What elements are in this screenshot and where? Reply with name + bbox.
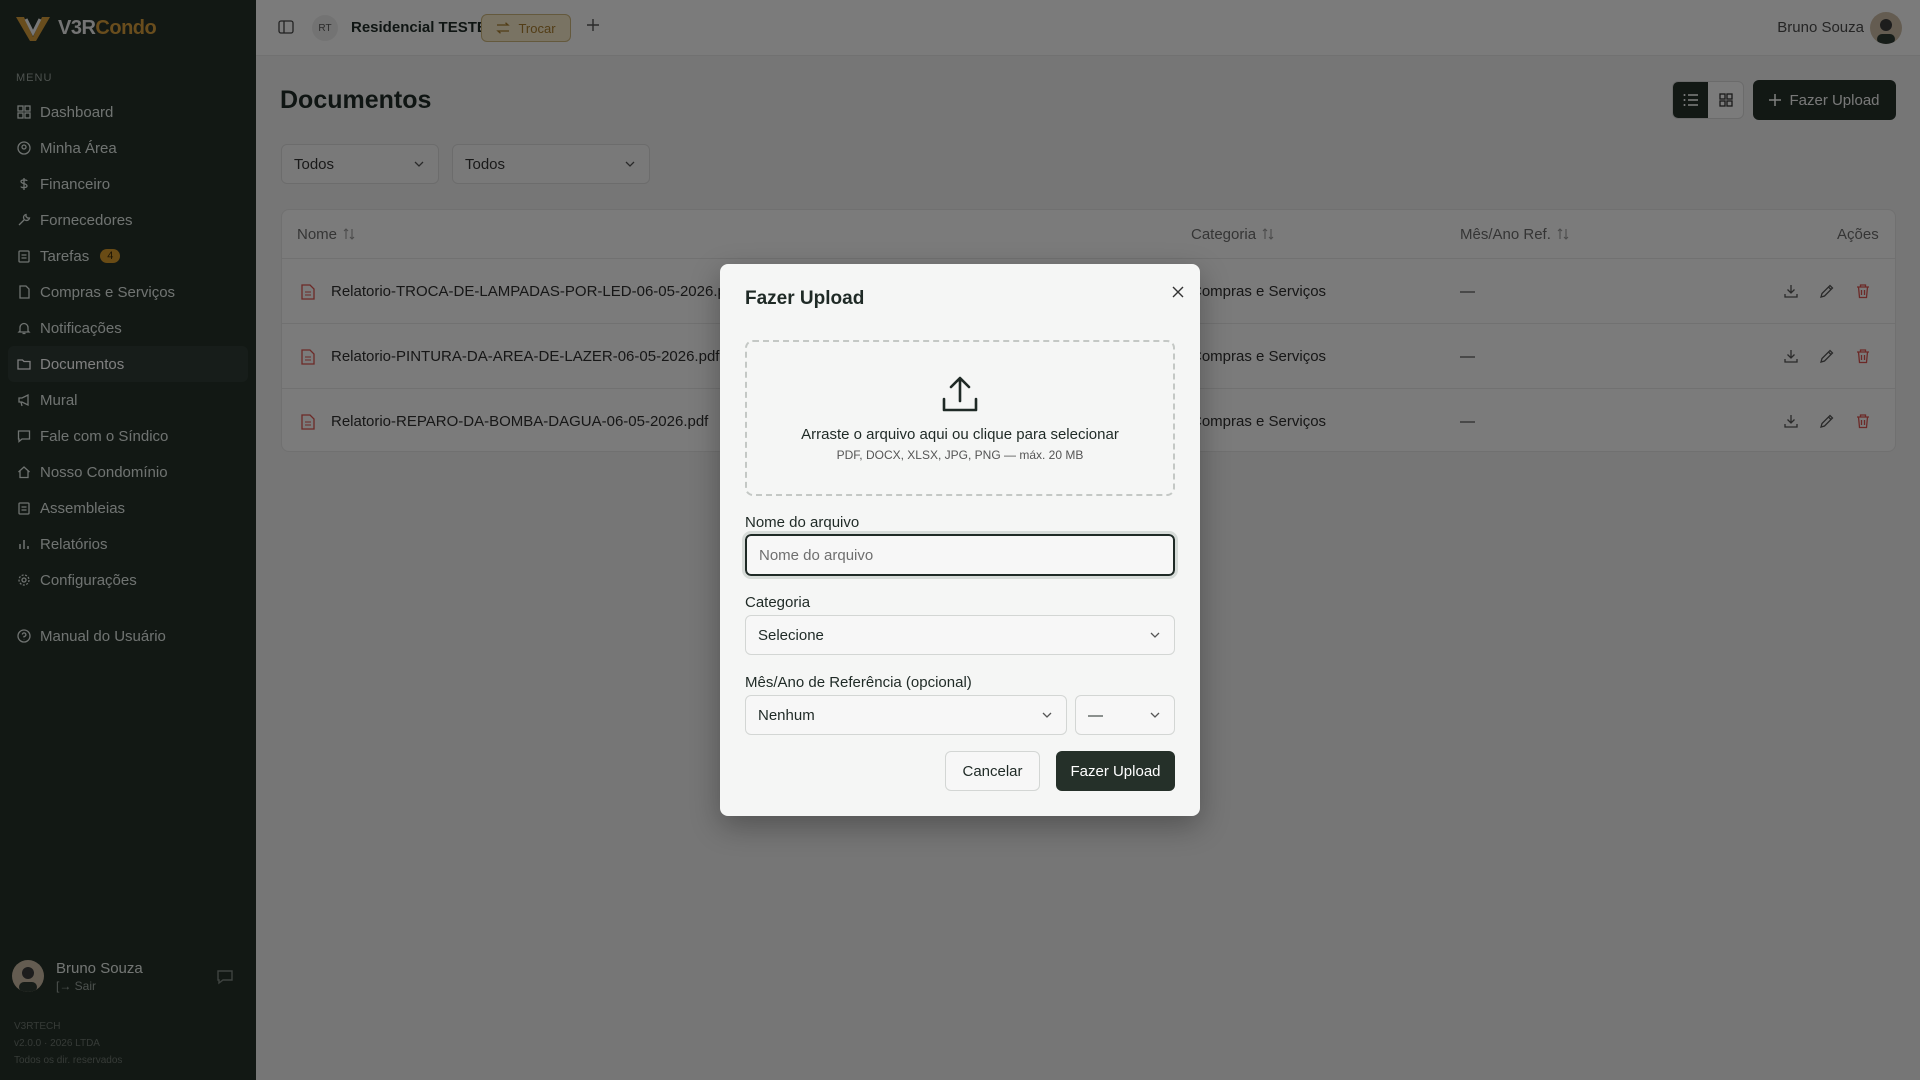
chevron-down-icon — [1150, 712, 1160, 718]
file-name-label: Nome do arquivo — [745, 514, 860, 531]
upload-dialog: Fazer Upload Arraste o arquivo aqui ou c… — [720, 264, 1200, 816]
category-select-value: Selecione — [758, 626, 824, 644]
category-select[interactable]: Selecione — [745, 615, 1175, 655]
upload-icon — [941, 375, 979, 418]
year-select[interactable]: — — [1075, 695, 1175, 735]
dropzone-formats: PDF, DOCX, XLSX, JPG, PNG — máx. 20 MB — [836, 448, 1084, 462]
category-label: Categoria — [745, 594, 811, 611]
chevron-down-icon — [1150, 632, 1160, 638]
dialog-title: Fazer Upload — [745, 288, 865, 309]
submit-upload-button[interactable]: Fazer Upload — [1056, 751, 1175, 791]
cancel-button[interactable]: Cancelar — [945, 751, 1040, 791]
month-select-value: Nenhum — [758, 706, 815, 724]
close-icon[interactable] — [1167, 281, 1189, 303]
year-select-value: — — [1088, 706, 1103, 724]
chevron-down-icon — [1042, 712, 1052, 718]
file-name-input[interactable] — [742, 531, 1178, 579]
dropzone-instruction: Arraste o arquivo aqui ou clique para se… — [801, 426, 1119, 443]
reference-label: Mês/Ano de Referência (opcional) — [745, 674, 972, 691]
month-select[interactable]: Nenhum — [745, 695, 1067, 735]
file-dropzone[interactable]: Arraste o arquivo aqui ou clique para se… — [745, 340, 1175, 496]
